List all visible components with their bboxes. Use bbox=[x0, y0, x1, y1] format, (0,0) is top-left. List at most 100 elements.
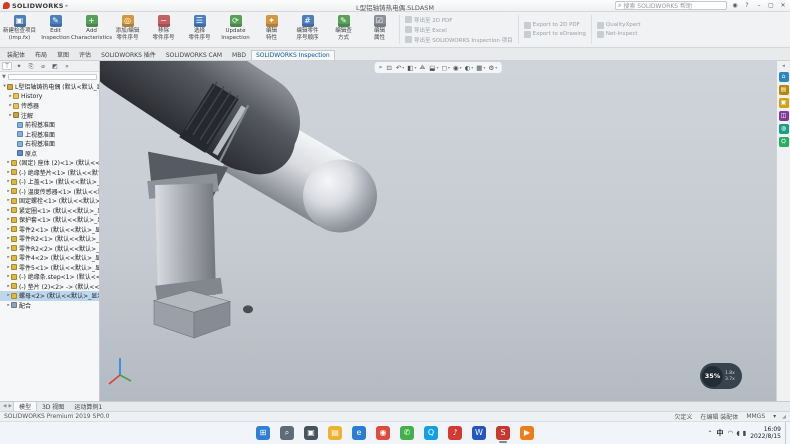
collapse-taskpane-icon[interactable]: ◂ bbox=[782, 63, 785, 69]
filter-icon[interactable]: ▼ bbox=[2, 74, 6, 80]
apply-scene-icon[interactable]: ▦▾ bbox=[476, 64, 485, 72]
commandmanager-tab[interactable]: SOLIDWORKS 插件 bbox=[96, 48, 161, 60]
commandmanager-tab[interactable]: 评估 bbox=[74, 48, 96, 60]
section-view-icon[interactable]: ◧▾ bbox=[407, 64, 416, 72]
featuremanager-tab[interactable]: ⟙ bbox=[2, 62, 12, 70]
model-hole[interactable] bbox=[243, 305, 253, 313]
model-hex-nut[interactable] bbox=[154, 291, 230, 338]
ribbon-menu-item[interactable]: Net-Inspect bbox=[597, 31, 641, 38]
battery-icon[interactable]: ▮ bbox=[743, 429, 747, 437]
view-palette-icon[interactable]: ◫ bbox=[779, 111, 789, 121]
menu-expand-icon[interactable]: ▸ bbox=[66, 3, 69, 9]
chrome-icon[interactable]: ◉ bbox=[374, 422, 392, 444]
tree-row[interactable]: ▸ (-) 垫片 (2)<2> -> (默认<<默认 bbox=[0, 282, 99, 292]
network-icon[interactable]: ◠ bbox=[728, 429, 734, 437]
commandmanager-tab[interactable]: MBD bbox=[227, 50, 251, 60]
tree-row[interactable]: ▸ 零件2<1> (默认<<默认>_显示状态 bbox=[0, 225, 99, 235]
tree-row[interactable]: ▸ 零件R2<2> (默认<<默认>_显示状 bbox=[0, 244, 99, 254]
tree-row[interactable]: ▸ 配合 bbox=[0, 301, 99, 311]
ribbon-menu-item[interactable]: QualityXpert bbox=[597, 22, 641, 29]
tree-row[interactable]: ▸ 传感器 bbox=[0, 101, 99, 111]
custom-properties-icon[interactable]: ⛭ bbox=[779, 137, 789, 147]
minimize-icon[interactable]: – bbox=[755, 2, 763, 9]
ime-indicator[interactable]: 中 bbox=[717, 428, 724, 438]
ribbon-button[interactable]: ☑ 编辑 属性 bbox=[362, 13, 397, 46]
document-tab[interactable]: 模型 bbox=[13, 402, 37, 411]
ribbon-button[interactable]: ⟳ Update Inspection bbox=[218, 13, 253, 46]
volume-icon[interactable]: ◖ bbox=[736, 429, 739, 437]
dynamic-annotation-icon[interactable]: ⟁ bbox=[419, 63, 426, 72]
solidworks-menu[interactable]: SOLIDWORKS ▸ bbox=[3, 2, 68, 10]
configurationmanager-tab[interactable]: ⎘ bbox=[26, 62, 36, 70]
propertymanager-tab[interactable]: ✦ bbox=[14, 62, 24, 70]
ribbon-button[interactable]: ☰ 选择 零件序号 bbox=[182, 13, 217, 46]
word-icon[interactable]: W bbox=[470, 422, 488, 444]
filter-input[interactable] bbox=[8, 74, 97, 80]
tree-row[interactable]: ▸ 零件R2<1> (默认<<默认>_显示状 bbox=[0, 234, 99, 244]
view-settings-icon[interactable]: ⚙▾ bbox=[488, 64, 497, 72]
tree-row[interactable]: 前视基准面 bbox=[0, 120, 99, 130]
tree-row[interactable]: ▸ (固定) 座体 (2)<1> (默认<<默认>_显示状 bbox=[0, 158, 99, 168]
close-icon[interactable]: ✕ bbox=[779, 2, 787, 9]
tree-row[interactable]: ▸ 螺母<2> (默认<<默认>_显示状态 bbox=[0, 291, 99, 301]
start-icon[interactable]: ⊞ bbox=[254, 422, 272, 444]
graphics-area[interactable]: ⌕ ⊡ ↶▾ ◧▾ ⟁ bbox=[100, 61, 776, 401]
help-icon[interactable]: ? bbox=[743, 2, 751, 9]
maximize-icon[interactable]: ▢ bbox=[767, 2, 775, 9]
tree-row[interactable]: ▸ History bbox=[0, 92, 99, 102]
tree-row[interactable]: ▸ (-) 绝缘垫片<1> (默认<<默认>_显 bbox=[0, 168, 99, 178]
zoom-fit-icon[interactable]: ⌕ bbox=[379, 63, 384, 72]
hidden-icons-icon[interactable]: ⌃ bbox=[708, 430, 713, 437]
commandmanager-tab[interactable]: 草图 bbox=[52, 48, 74, 60]
ribbon-menu-item[interactable]: 导出至 SOLIDWORKS Inspection 项目 bbox=[405, 36, 513, 44]
video-icon[interactable]: ▶ bbox=[518, 422, 536, 444]
qq-icon[interactable]: Q bbox=[422, 422, 440, 444]
ribbon-menu-item[interactable]: Export to eDrawing bbox=[524, 31, 586, 38]
ribbon-menu-item[interactable]: 导出至 2D PDF bbox=[405, 16, 513, 24]
wechat-icon[interactable]: ✆ bbox=[398, 422, 416, 444]
ribbon-button[interactable]: # 编辑零件 序号顺序 bbox=[290, 13, 325, 46]
ribbon-button[interactable]: ▣ 新建检查项目 (imp.fx) bbox=[2, 13, 37, 46]
solidworks-resources-icon[interactable]: ⌂ bbox=[779, 72, 789, 82]
tree-row[interactable]: ▸ (-) 上盖<1> (默认<<默认>_显示 bbox=[0, 177, 99, 187]
edge-icon[interactable]: e bbox=[350, 422, 368, 444]
appearances-icon[interactable]: ◍ bbox=[779, 124, 789, 134]
music-icon[interactable]: ♪ bbox=[446, 422, 464, 444]
tree-row[interactable]: 上视基准面 bbox=[0, 130, 99, 140]
tree-row[interactable]: ▸ 注解 bbox=[0, 111, 99, 121]
file-explorer-icon[interactable]: ▤ bbox=[326, 422, 344, 444]
tree-row[interactable]: ▸ 零件5<1> (默认<<默认>_显示状 bbox=[0, 263, 99, 273]
zoom-area-icon[interactable]: ⊡ bbox=[386, 64, 392, 72]
ribbon-button[interactable]: ✎ 编辑查 方式 bbox=[326, 13, 361, 46]
hide-show-items-icon[interactable]: ◉▾ bbox=[453, 64, 462, 72]
commandmanager-tab[interactable]: SOLIDWORKS CAM bbox=[161, 50, 227, 60]
ribbon-menu-item[interactable]: Export to 2D PDF bbox=[524, 22, 586, 29]
tree-row[interactable]: 右视基准面 bbox=[0, 139, 99, 149]
edit-appearance-icon[interactable]: ◐▾ bbox=[465, 64, 474, 72]
ribbon-button[interactable]: − 移除 零件序号 bbox=[146, 13, 181, 46]
tree-row[interactable]: ▸ (-) 绝缘条.step<1> (默认<<默认 bbox=[0, 272, 99, 282]
design-library-icon[interactable]: ▤ bbox=[779, 85, 789, 95]
commandmanager-tab[interactable]: 布局 bbox=[30, 48, 52, 60]
ribbon-menu-item[interactable]: 导出至 Excel bbox=[405, 26, 513, 34]
show-desktop-strip[interactable] bbox=[785, 422, 788, 444]
ribbon-button[interactable]: ✎ Edit Inspection bbox=[38, 13, 73, 46]
user-account-icon[interactable]: ◉ bbox=[731, 2, 739, 9]
previous-view-icon[interactable]: ↶▾ bbox=[396, 64, 404, 72]
commandmanager-tab[interactable]: 装配体 bbox=[2, 48, 30, 60]
task-view-icon[interactable]: ▣ bbox=[302, 422, 320, 444]
tree-row[interactable]: 原点 bbox=[0, 149, 99, 159]
ribbon-button[interactable]: ◎ 添加/编辑 零件序号 bbox=[110, 13, 145, 46]
solidworks-icon[interactable]: S bbox=[494, 422, 512, 444]
model-vertical-cylinder[interactable] bbox=[182, 177, 187, 295]
ribbon-button[interactable]: ✦ 编辑 特性 bbox=[254, 13, 289, 46]
tree-row[interactable]: ▸ 紧定圈<1> (默认<<默认>_显示状 bbox=[0, 206, 99, 216]
displaymanager-tab[interactable]: ◩ bbox=[50, 62, 60, 70]
document-tab[interactable]: 3D 视图 bbox=[37, 402, 69, 411]
tree-row[interactable]: ▸ 零件4<2> (默认<<默认>_显示状 bbox=[0, 253, 99, 263]
tree-row[interactable]: ▾ L型铝轴铸热电偶 (默认<默认_显示状态-1 bbox=[0, 82, 99, 92]
search-box[interactable]: ⌕ 搜索 SOLIDWORKS 帮助 bbox=[615, 1, 727, 10]
panel-overflow-tab[interactable]: » bbox=[62, 62, 72, 70]
search-icon[interactable]: ⌕ bbox=[278, 422, 296, 444]
dimxpertmanager-tab[interactable]: ⌀ bbox=[38, 62, 48, 70]
